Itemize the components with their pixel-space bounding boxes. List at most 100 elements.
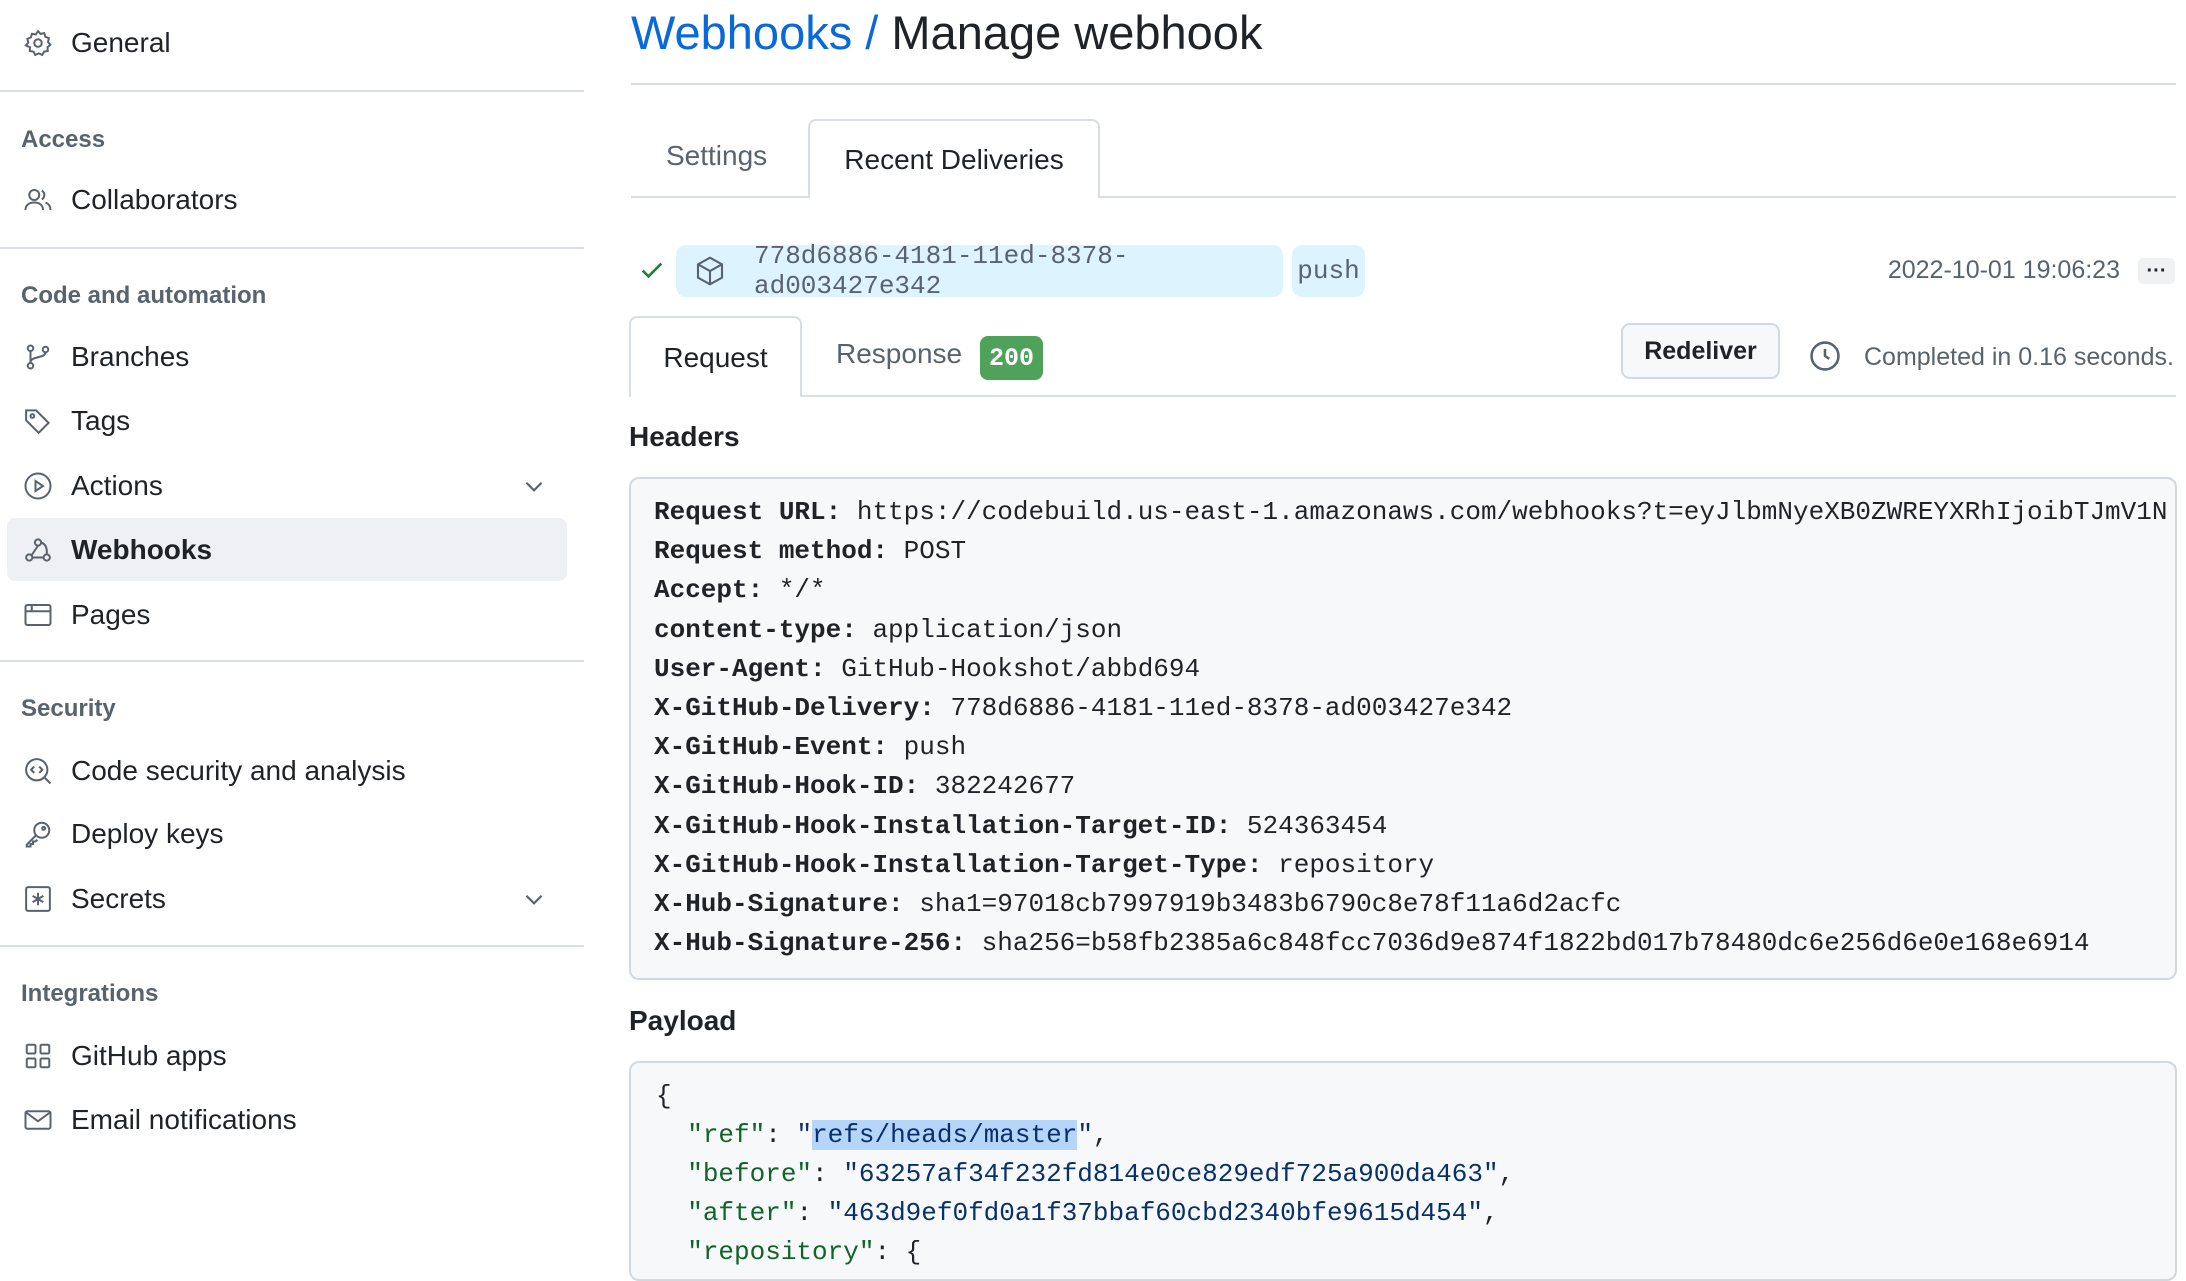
section-heading-security: Security [21,695,116,722]
header-line: X-GitHub-Hook-Installation-Target-Type: … [654,850,1434,880]
breadcrumb-webhooks-link[interactable]: Webhooks [631,6,852,59]
webhook-icon [21,533,55,567]
header-value: GitHub-Hookshot/abbd694 [841,653,1201,684]
section-heading-code-automation: Code and automation [21,282,267,309]
header-key: X-GitHub-Hook-Installation-Target-Type: [654,849,1263,880]
header-value: push [903,732,967,763]
sidebar-item-label: Code security and analysis [71,755,406,786]
sidebar-item-label: General [71,27,171,58]
tab-recent-deliveries[interactable]: Recent Deliveries [808,119,1100,198]
divider [0,90,584,92]
sidebar-item-pages[interactable]: Pages [7,584,567,646]
tag-icon [21,404,55,438]
payload-heading: Payload [629,1005,737,1036]
sidebar-item-code-security[interactable]: Code security and analysis [7,740,567,802]
sidebar-item-label: Actions [71,470,163,501]
sidebar-item-actions[interactable]: Actions [7,455,567,517]
header-key: X-GitHub-Event: [654,732,889,763]
section-heading-access: Access [21,126,106,153]
branch-icon [21,340,55,374]
sidebar-item-deploy-keys[interactable]: Deploy keys [7,803,567,865]
sidebar-item-general[interactable]: General [7,12,567,74]
sidebar-item-label: Tags [71,405,131,436]
sidebar-item-tags[interactable]: Tags [7,390,567,452]
tab-response[interactable]: Response [836,338,962,370]
delivery-guid-pill[interactable]: 778d6886-4181-11ed-8378-ad003427e342 [676,241,1283,301]
header-key: Request method: [654,536,889,567]
header-line: Request URL: https://codebuild.us-east-1… [654,497,2167,527]
sidebar-item-secrets[interactable]: Secrets [7,868,567,930]
divider [0,660,584,662]
delivery-timestamp: 2022-10-01 19:06:23 [1887,256,2120,284]
codescan-icon [21,754,55,788]
sidebar-item-branches[interactable]: Branches [7,326,567,388]
payload-line: "repository": { [687,1237,922,1267]
apps-icon [21,1039,55,1073]
header-line: Request method: POST [654,536,966,566]
header-line: X-Hub-Signature-256: sha256=b58fb2385a6c… [654,928,2089,958]
header-value: sha256=b58fb2385a6c848fcc7036d9e874f1822… [981,928,2090,959]
gear-icon [21,26,55,60]
header-line: content-type: application/json [654,615,1122,645]
header-key: X-GitHub-Hook-ID: [654,771,920,802]
header-line: Accept: */* [654,575,826,605]
header-key: X-GitHub-Delivery: [654,693,935,723]
play-icon [21,469,55,503]
completed-text: Completed in 0.16 seconds. [1864,343,2174,371]
header-value: 778d6886-4181-11ed-8378-ad003427e342 [950,693,1513,723]
sidebar-item-label: Pages [71,599,151,630]
delivery-guid: 778d6886-4181-11ed-8378-ad003427e342 [754,241,1129,301]
header-line: X-GitHub-Hook-Installation-Target-ID: 52… [654,811,1387,841]
header-key: Request URL: [654,497,842,527]
more-options-button[interactable]: ··· [2138,258,2175,284]
page-title: Webhooks / Manage webhook [631,5,1262,60]
header-value: 382242677 [934,771,1076,802]
header-line: X-Hub-Signature: sha1=97018cb7997919b348… [654,889,1621,919]
sidebar-item-email-notifications[interactable]: Email notifications [7,1089,567,1151]
people-icon [21,183,55,217]
header-key: content-type: [654,614,857,645]
header-value: https://codebuild.us-east-1.amazonaws.co… [856,497,2168,527]
section-heading-integrations: Integrations [21,980,159,1007]
header-key: X-GitHub-Hook-Installation-Target-ID: [654,810,1232,841]
package-icon [694,255,726,287]
header-key: User-Agent: [654,653,826,684]
header-line: X-GitHub-Delivery: 778d6886-4181-11ed-83… [654,693,1512,723]
sidebar-item-label: Email notifications [71,1104,297,1135]
chevron-down-icon[interactable] [521,473,547,499]
sidebar-item-collaborators[interactable]: Collaborators [7,169,567,231]
divider [631,83,2176,85]
sidebar-item-label: Secrets [71,883,166,914]
headers-box: Request URL: https://codebuild.us-east-1… [629,477,2177,980]
key-icon [21,817,55,851]
sidebar-item-webhooks[interactable]: Webhooks [7,518,567,581]
header-value: application/json [872,614,1123,645]
header-key: X-Hub-Signature-256: [654,928,967,959]
asterisk-icon [21,882,55,916]
payload-box: { "ref": "refs/heads/master", "before": … [629,1061,2177,1281]
redeliver-button[interactable]: Redeliver [1621,323,1780,379]
payload-line: "before": "63257af34f232fd814e0ce829edf7… [687,1159,1515,1189]
selected-text: refs/heads/master [812,1120,1078,1150]
sidebar-item-label: Collaborators [71,184,238,215]
sidebar-item-label: GitHub apps [71,1040,227,1071]
tab-request[interactable]: Request [629,316,802,397]
payload-line: "after": "463d9ef0fd0a1f37bbaf60cbd2340b… [687,1198,1499,1228]
header-line: X-GitHub-Hook-ID: 382242677 [654,771,1075,801]
headers-heading: Headers [629,421,740,452]
header-key: Accept: [654,575,764,606]
clock-icon [1808,339,1842,373]
sidebar-item-label: Deploy keys [71,818,224,849]
header-value: sha1=97018cb7997919b3483b6790c8e78f11a6d… [919,889,1622,919]
header-value: repository [1278,849,1435,880]
page-title-text: Manage webhook [891,6,1263,59]
mail-icon [21,1103,55,1137]
subtabs-underline [629,395,2176,397]
chevron-down-icon[interactable] [521,886,547,912]
payload-line: "ref": "refs/heads/master", [687,1120,1109,1150]
divider [0,945,584,947]
payload-line: { [656,1081,672,1111]
sidebar-item-github-apps[interactable]: GitHub apps [7,1025,567,1087]
tab-settings[interactable]: Settings [666,140,767,172]
header-value: POST [903,536,967,567]
